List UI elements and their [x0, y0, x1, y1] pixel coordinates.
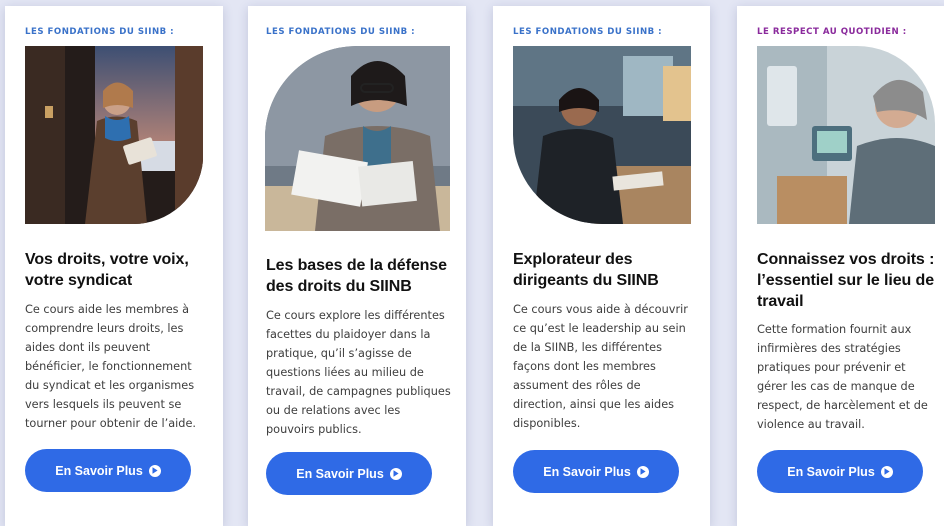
- button-label: En Savoir Plus: [55, 463, 143, 478]
- card-description: Ce cours vous aide à découvrir ce qu’est…: [513, 303, 688, 430]
- play-circle-icon: [880, 465, 893, 478]
- card-image-art: [513, 46, 691, 224]
- card-description: Ce cours aide les membres à comprendre l…: [25, 303, 196, 430]
- card-title: Connaissez vos droits : l’essentiel sur …: [757, 251, 935, 310]
- course-card-3: LES FONDATIONS DU SIINB : Explorateur de…: [493, 6, 710, 526]
- card-image-art: [25, 46, 203, 224]
- button-label: En Savoir Plus: [296, 466, 384, 481]
- play-circle-icon: [389, 467, 402, 480]
- card-image-art: [757, 46, 935, 224]
- card-title: Explorateur des dirigeants du SIINB: [513, 251, 659, 289]
- button-label: En Savoir Plus: [787, 464, 875, 479]
- card-description: Ce cours explore les différentes facette…: [266, 309, 451, 436]
- card-image-nurse-at-desk: [513, 46, 691, 224]
- card-eyebrow: LE RESPECT AU QUOTIDIEN :: [757, 27, 907, 37]
- card-eyebrow: LES FONDATIONS DU SIINB :: [266, 27, 416, 37]
- play-circle-icon: [636, 465, 649, 478]
- card-image-woman-reading-documents: [265, 46, 450, 231]
- card-image-art: [265, 46, 450, 231]
- learn-more-button[interactable]: En Savoir Plus: [757, 450, 923, 493]
- learn-more-button[interactable]: En Savoir Plus: [513, 450, 679, 493]
- course-card-2: LES FONDATIONS DU SIINB : Les bases de l…: [248, 6, 466, 526]
- play-circle-icon: [148, 464, 161, 477]
- card-title: Vos droits, votre voix, votre syndicat: [25, 251, 189, 289]
- learn-more-button[interactable]: En Savoir Plus: [266, 452, 432, 495]
- card-eyebrow: LES FONDATIONS DU SIINB :: [513, 27, 663, 37]
- card-eyebrow: LES FONDATIONS DU SIINB :: [25, 27, 175, 37]
- learn-more-button[interactable]: En Savoir Plus: [25, 449, 191, 492]
- button-label: En Savoir Plus: [543, 464, 631, 479]
- course-card-1: LES FONDATIONS DU SIINB : Vos droits, vo…: [5, 6, 223, 526]
- card-image-nurse-in-hospital-room: [757, 46, 935, 224]
- course-card-4: LE RESPECT AU QUOTIDIEN : Connaissez vos…: [737, 6, 944, 526]
- card-description: Cette formation fournit aux infirmières …: [757, 323, 928, 431]
- card-title: Les bases de la défense des droits du SI…: [266, 257, 447, 295]
- card-image-woman-at-door: [25, 46, 203, 224]
